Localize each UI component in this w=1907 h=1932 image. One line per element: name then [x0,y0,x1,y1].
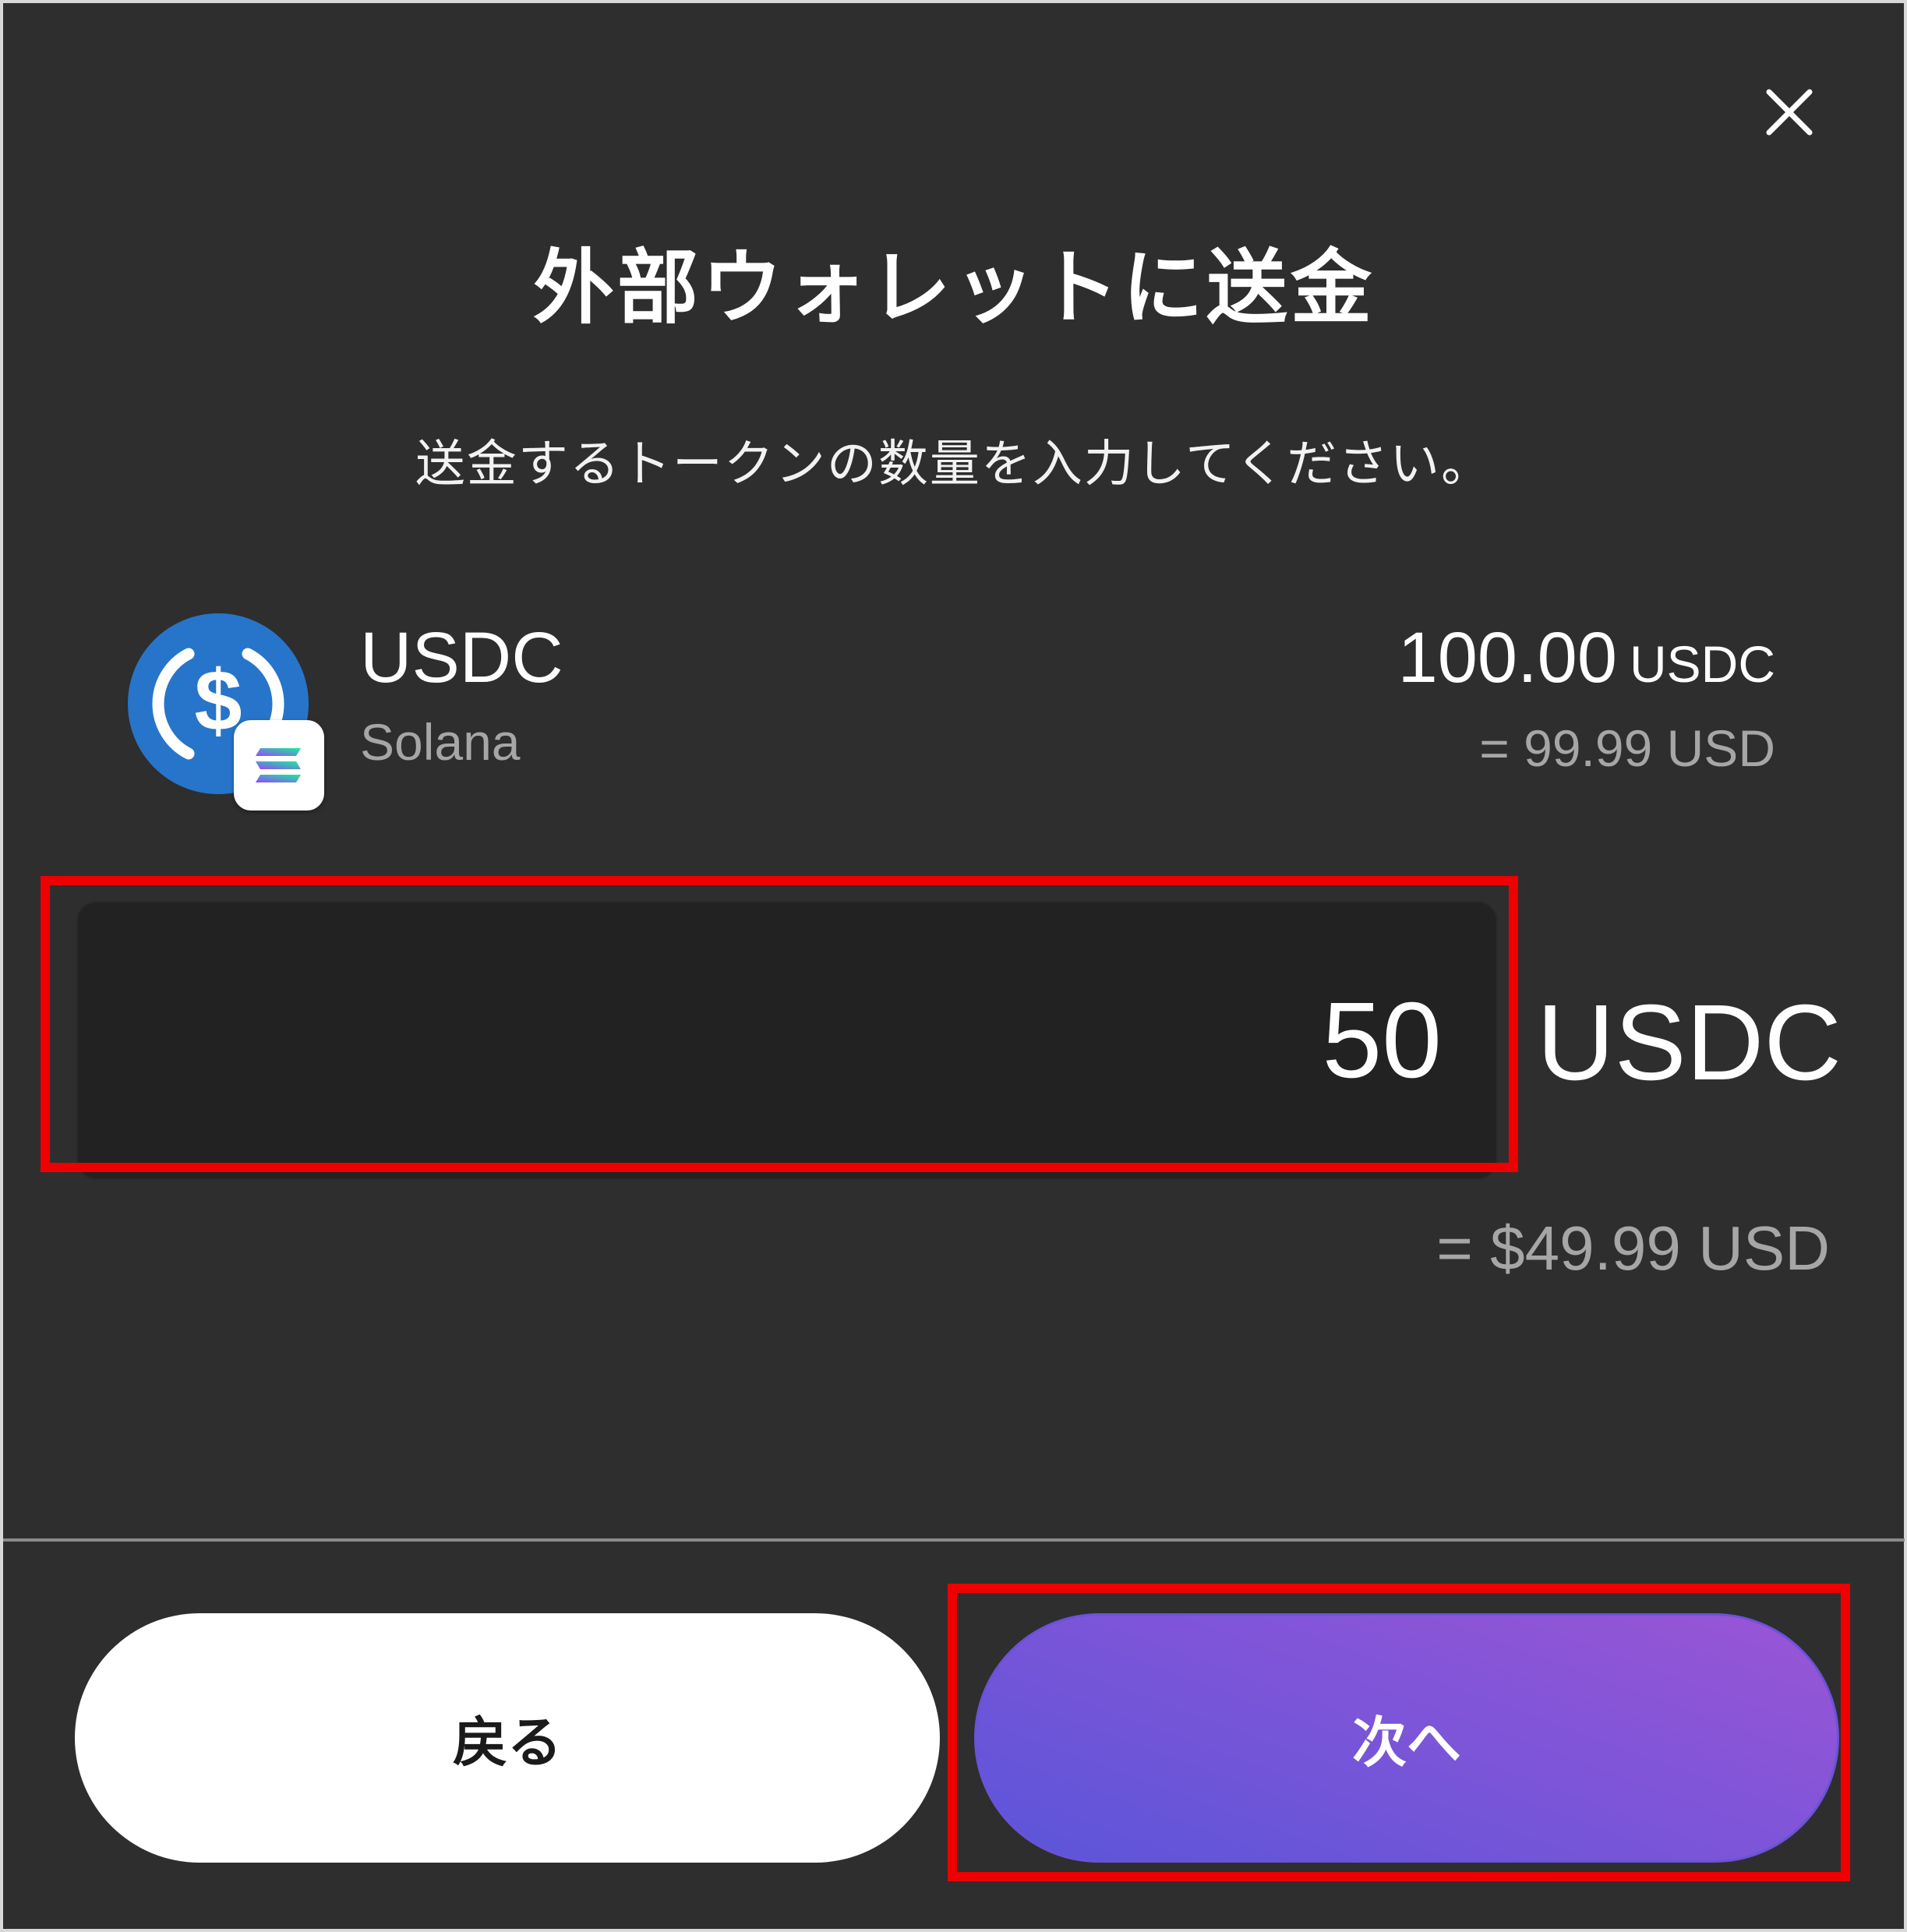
amount-field[interactable] [76,901,1498,1180]
token-network: Solana [360,713,521,771]
amount-unit: USDC [1537,983,1842,1103]
close-icon [1766,89,1813,136]
balance-usd-value: = 99.99 USD [1479,719,1775,777]
send-dialog: 外部ウォレットに送金 送金するトークンの数量を入力してください。 $ USDC … [0,0,1907,1932]
amount-input[interactable] [76,901,1498,1180]
dialog-subtitle: 送金するトークンの数量を入力してください。 [415,436,1493,493]
dialog-title: 外部ウォレットに送金 [532,240,1375,335]
token-balance: 100.00 USDC [1398,617,1775,699]
balance-unit: USDC [1629,635,1775,693]
close-button[interactable] [1758,81,1820,143]
back-button[interactable]: 戻る [75,1613,940,1863]
token-name: USDC [360,618,563,698]
solana-icon [256,748,301,782]
next-button[interactable]: 次へ [974,1613,1839,1863]
footer-divider [3,1538,1905,1542]
solana-chain-badge [234,720,324,811]
amount-usd-equivalent: = $49.99 USD [1436,1213,1830,1283]
balance-amount: 100.00 [1397,618,1617,698]
